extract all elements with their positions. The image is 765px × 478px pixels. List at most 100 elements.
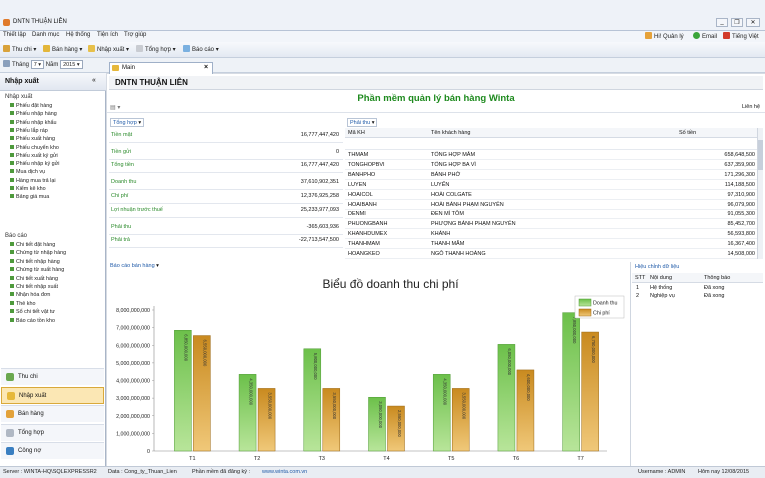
table-row[interactable]: HOANGKEO NGÔ THANH HOÀNG 14,508,000 [345, 249, 757, 259]
report-item[interactable]: Sổ chi tiết vật tư [10, 309, 55, 315]
collapse-icon[interactable]: « [92, 77, 96, 84]
customer-code: BANHPHO [348, 171, 376, 178]
table-row[interactable]: DENMI ĐEN MÌ TÔM 91,055,300 [345, 209, 757, 220]
table-row[interactable]: HOAIBANH HOÀI BÁNH PHẠM NGUYÊN 96,079,900 [345, 200, 757, 210]
col-customer-code[interactable]: Mã KH [348, 130, 365, 136]
sidebar-item[interactable]: Phiếu đặt hàng [10, 103, 52, 109]
view-menu-icon[interactable]: ▤ ▾ [110, 104, 120, 111]
sidebar-item[interactable]: Phiếu nhập ký gửi [10, 161, 59, 167]
flag-icon [723, 32, 730, 39]
col-stt[interactable]: STT [635, 275, 645, 281]
col-content[interactable]: Nội dung [650, 275, 672, 281]
sidebar-item[interactable]: Phiếu lắp ráp [10, 128, 48, 134]
sidebar-item[interactable]: Phiếu nhập khẩu [10, 120, 56, 126]
report-item[interactable]: Chi tiết nhập xuất [10, 284, 58, 290]
sidebar-item[interactable]: Bảng giá mua [10, 194, 49, 200]
receivables-filter-row[interactable] [345, 138, 760, 150]
separator [107, 112, 765, 113]
amount: 85,452,700 [727, 221, 755, 228]
close-icon[interactable]: ✕ [746, 18, 760, 27]
report-item[interactable]: Chi tiết đặt hàng [10, 242, 55, 248]
y-tick-label: 5,000,000,000 [116, 361, 150, 367]
sidebar-item[interactable]: Mua dịch vụ [10, 169, 45, 175]
bar-value-label: 4,350,000,000 [248, 378, 253, 405]
month-select[interactable]: 7 ▾ [30, 60, 45, 69]
sidebar-item[interactable]: Phiếu xuất ký gửi [10, 153, 58, 159]
receivables-scrollbar[interactable] [757, 128, 763, 259]
toolbar-sales-button[interactable]: Bán hàng ▾ [43, 45, 82, 53]
nav-button[interactable]: Bán hàng [1, 405, 104, 422]
menu-help[interactable]: Trợ giúp [124, 32, 146, 38]
toolbar-cash-button[interactable]: Thu chi ▾ [3, 45, 36, 53]
user-greeting[interactable]: Hi! Quản lý [645, 32, 684, 40]
close-tab-icon[interactable]: × [204, 64, 208, 71]
contact-link[interactable]: Liên hệ [742, 104, 760, 110]
report-item[interactable]: Thẻ kho [10, 301, 35, 307]
summary-value: 12,376,925,258 [300, 193, 339, 199]
table-row[interactable]: THANHMAM THANH MẮM 16,367,400 [345, 239, 757, 250]
stt-cell: 2 [636, 293, 640, 299]
report-item[interactable]: Chi tiết xuất hàng [10, 276, 58, 282]
language-button[interactable]: Tiếng Việt [723, 32, 759, 40]
col-customer-name[interactable]: Tên khách hàng [431, 130, 470, 136]
year-select[interactable]: 2015 ▾ [60, 60, 83, 69]
x-tick-label: T5 [448, 456, 454, 462]
y-tick-label: 2,000,000,000 [116, 414, 150, 420]
summary-value: 25,233,977,093 [300, 207, 339, 213]
report-item[interactable]: Chứng từ nhập hàng [10, 250, 66, 256]
report-item[interactable]: Báo cáo tồn kho [10, 318, 55, 324]
table-row[interactable]: BANHPHO BÁNH PHỞ 171,296,300 [345, 170, 757, 180]
table-row[interactable]: LUYEN LUYẾN 114,188,500 [345, 180, 757, 190]
nav-button[interactable]: Tổng hợp [1, 423, 104, 441]
x-tick-label: T6 [513, 456, 519, 462]
row-divider [109, 203, 343, 204]
report-item[interactable]: Chi tiết nhập hàng [10, 259, 60, 265]
customer-name: PHƯỢNG BÁNH PHẠM NGUYÊN [431, 221, 516, 228]
minimize-icon[interactable]: _ [716, 18, 728, 27]
table-row[interactable]: 1 Hệ thống Đã xong [632, 284, 763, 292]
nav-icon [7, 391, 15, 400]
nav-button[interactable]: Thu chi [1, 368, 104, 385]
nav-label: Công nợ [18, 448, 42, 454]
group-report[interactable]: Báo cáo [5, 233, 27, 239]
nav-button[interactable]: Nhập xuất [1, 386, 104, 404]
table-row[interactable]: PHUONGBANH PHƯỢNG BÁNH PHẠM NGUYÊN 85,452,… [345, 219, 757, 230]
website-link[interactable]: www.winta.com.vn [262, 469, 307, 475]
col-notice[interactable]: Thông báo [704, 275, 730, 281]
sidebar-item[interactable]: Hàng mua trả lại [10, 178, 56, 184]
menu-bar: Thiết lập Danh mục Hệ thống Tiện ích Trợ… [0, 31, 765, 42]
table-row[interactable]: TONGHOPBVI TỔNG HỢP BA VÌ 637,359,900 [345, 160, 757, 170]
tab-main[interactable]: Main × [109, 62, 213, 74]
summary-dropdown[interactable]: Tổng hợp ▾ [110, 118, 145, 127]
customer-name: KHÁNH [431, 231, 451, 238]
email-button[interactable]: Email [693, 32, 717, 40]
menu-utilities[interactable]: Tiện ích [97, 32, 118, 38]
toolbar-inventory-button[interactable]: Nhập xuất ▾ [88, 45, 129, 53]
report-item[interactable]: Chứng từ xuất hàng [10, 267, 64, 273]
nav-button[interactable]: Công nợ [1, 442, 104, 459]
table-row[interactable]: 2 Nghiệp vụ Đã xong [632, 292, 763, 300]
sidebar-item[interactable]: Kiểm kê kho [10, 186, 46, 192]
menu-catalog[interactable]: Danh mục [32, 32, 59, 38]
table-row[interactable]: THMAM TỔNG HỢP MÂM 658,648,500 [345, 150, 757, 160]
sidebar-item[interactable]: Phiếu chuyển kho [10, 145, 59, 151]
toolbar-summary-button[interactable]: Tổng hợp ▾ [136, 45, 176, 53]
group-inventory[interactable]: Nhập xuất [5, 94, 32, 100]
y-tick-label: 0 [147, 449, 150, 455]
restore-icon[interactable]: ❐ [731, 18, 743, 27]
document-icon [136, 45, 143, 52]
receivables-dropdown[interactable]: Phải thu ▾ [347, 118, 378, 127]
report-item[interactable]: Nhận hóa đơn [10, 292, 50, 298]
menu-setup[interactable]: Thiết lập [3, 32, 26, 38]
sidebar-item[interactable]: Phiếu xuất hàng [10, 136, 55, 142]
toolbar-report-button[interactable]: Báo cáo ▾ [183, 45, 219, 53]
sidebar-item[interactable]: Phiếu nhập hàng [10, 111, 57, 117]
table-row[interactable]: KHANHDUMEX KHÁNH 56,593,800 [345, 229, 757, 240]
table-row[interactable]: HOAICOL HOÀI COLGATE 97,310,900 [345, 190, 757, 200]
menu-system[interactable]: Hệ thống [66, 32, 90, 38]
scroll-thumb[interactable] [758, 140, 763, 170]
content-cell: Hệ thống [650, 285, 673, 291]
sales-report-dropdown[interactable]: Báo cáo bán hàng ▾ [110, 263, 159, 269]
panel-divider[interactable] [630, 262, 631, 466]
col-amount[interactable]: Số tiền [679, 130, 696, 136]
